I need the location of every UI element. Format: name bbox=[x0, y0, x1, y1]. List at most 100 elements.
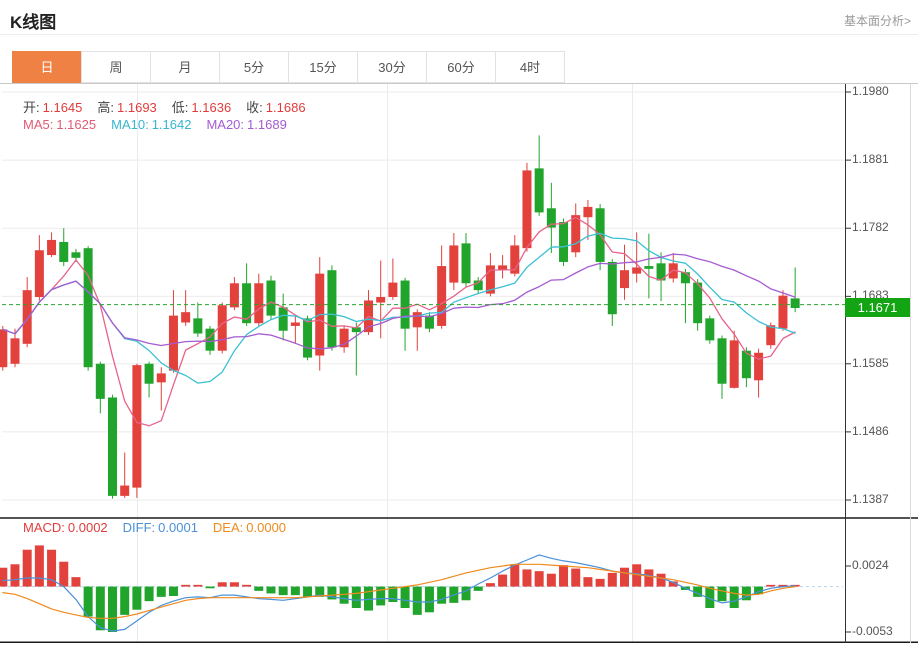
kline-page: K线图 基本面分析> 日周月5分15分30分60分4时 开:1.1645高:1.… bbox=[0, 0, 918, 647]
tab-60分[interactable]: 60分 bbox=[426, 51, 496, 83]
tab-日[interactable]: 日 bbox=[12, 51, 82, 83]
price-tick-label: 1.1486 bbox=[852, 424, 889, 438]
legend-value: 1.1642 bbox=[152, 117, 192, 132]
macd-histogram-bar bbox=[474, 587, 483, 591]
legend-label: 收: bbox=[246, 100, 263, 115]
macd-histogram-bar bbox=[206, 587, 215, 589]
macd-histogram-bar bbox=[35, 545, 44, 586]
macd-histogram-bar bbox=[498, 575, 507, 587]
legend-value: 1.1689 bbox=[247, 117, 287, 132]
candle-body bbox=[791, 298, 800, 308]
macd-histogram-bar bbox=[352, 587, 361, 608]
candle-body bbox=[327, 270, 336, 347]
legend-label: 低: bbox=[172, 100, 189, 115]
period-tabs: 日周月5分15分30分60分4时 bbox=[12, 51, 565, 84]
macd-histogram-bar bbox=[303, 587, 312, 597]
macd-histogram-bar bbox=[157, 587, 166, 597]
tab-4时[interactable]: 4时 bbox=[495, 51, 565, 83]
candle-body bbox=[644, 266, 653, 269]
candle-body bbox=[571, 215, 580, 252]
macd-histogram-bar bbox=[96, 587, 105, 631]
macd-histogram-bar bbox=[181, 585, 190, 587]
macd-histogram-bar bbox=[425, 587, 434, 613]
legend-value: 0.0002 bbox=[68, 520, 108, 535]
macd-histogram-bar bbox=[230, 582, 239, 586]
macd-histogram-bar bbox=[10, 564, 19, 586]
price-tick-label: 1.1980 bbox=[852, 84, 889, 98]
legend-label: DIFF: bbox=[123, 520, 156, 535]
tab-15分[interactable]: 15分 bbox=[288, 51, 358, 83]
candle-body bbox=[705, 318, 714, 340]
candle-body bbox=[218, 305, 227, 350]
macd-chart[interactable] bbox=[0, 517, 918, 643]
macd-legend: MACD:0.0002DIFF:0.0001DEA:0.0000 bbox=[23, 520, 301, 535]
macd-histogram-bar bbox=[169, 587, 178, 596]
macd-histogram-bar bbox=[279, 587, 288, 596]
candle-body bbox=[766, 325, 775, 345]
legend-label: 开: bbox=[23, 100, 40, 115]
candle-body bbox=[193, 318, 202, 333]
price-tick-label: 1.1782 bbox=[852, 220, 889, 234]
candle-body bbox=[266, 281, 275, 316]
fundamental-analysis-link[interactable]: 基本面分析> bbox=[844, 12, 911, 29]
ohlc-readout: 开:1.1645高:1.1693低:1.1636收:1.1686 bbox=[23, 97, 321, 116]
macd-histogram-bar bbox=[71, 577, 80, 586]
candle-body bbox=[0, 329, 7, 367]
macd-tick-label: 0.0024 bbox=[852, 558, 889, 572]
price-tick-label: 1.1881 bbox=[852, 152, 889, 166]
legend-value: 0.0000 bbox=[246, 520, 286, 535]
candle-body bbox=[120, 486, 129, 496]
candle-body bbox=[413, 312, 422, 327]
macd-histogram-bar bbox=[266, 587, 275, 594]
legend-value: 0.0001 bbox=[158, 520, 198, 535]
macd-histogram-bar bbox=[510, 564, 519, 586]
candle-body bbox=[71, 252, 80, 258]
macd-histogram-bar bbox=[730, 587, 739, 608]
candle-body bbox=[681, 272, 690, 283]
macd-histogram-bar bbox=[535, 571, 544, 586]
legend-value: 1.1625 bbox=[56, 117, 96, 132]
macd-histogram-bar bbox=[571, 569, 580, 587]
macd-histogram-bar bbox=[145, 587, 154, 602]
candle-body bbox=[778, 296, 787, 329]
candle-body bbox=[254, 283, 263, 323]
candle-body bbox=[59, 242, 68, 262]
macd-histogram-bar bbox=[242, 585, 251, 587]
tab-30分[interactable]: 30分 bbox=[357, 51, 427, 83]
candle-body bbox=[620, 270, 629, 288]
candlestick-chart[interactable] bbox=[0, 84, 918, 517]
candle-body bbox=[437, 266, 446, 326]
legend-label: MACD: bbox=[23, 520, 65, 535]
legend-value: 1.1693 bbox=[117, 100, 157, 115]
tab-5分[interactable]: 5分 bbox=[219, 51, 289, 83]
macd-histogram-bar bbox=[120, 587, 129, 615]
macd-histogram-bar bbox=[644, 569, 653, 586]
candle-body bbox=[608, 262, 617, 314]
candle-body bbox=[425, 316, 434, 329]
macd-histogram-bar bbox=[108, 587, 117, 632]
candle-body bbox=[206, 329, 215, 351]
candle-body bbox=[388, 283, 397, 297]
ma-legend: MA5:1.1625MA10:1.1642MA20:1.1689 bbox=[23, 117, 302, 132]
tab-周[interactable]: 周 bbox=[81, 51, 151, 83]
tab-月[interactable]: 月 bbox=[150, 51, 220, 83]
legend-value: 1.1636 bbox=[191, 100, 231, 115]
macd-histogram-bar bbox=[486, 583, 495, 586]
candle-body bbox=[23, 290, 32, 344]
candle-body bbox=[559, 222, 568, 262]
candle-body bbox=[583, 207, 592, 217]
candle-body bbox=[462, 243, 471, 283]
legend-label: MA5: bbox=[23, 117, 53, 132]
macd-histogram-bar bbox=[608, 573, 617, 587]
header-divider bbox=[0, 34, 918, 35]
candle-body bbox=[718, 338, 727, 383]
candle-body bbox=[279, 307, 288, 330]
legend-label: MA10: bbox=[111, 117, 149, 132]
macd-histogram-bar bbox=[547, 574, 556, 587]
ma5-line bbox=[3, 218, 795, 426]
candle-body bbox=[632, 267, 641, 273]
candle-body bbox=[535, 168, 544, 212]
candle-body bbox=[291, 322, 300, 325]
candle-body bbox=[303, 318, 312, 357]
candle-body bbox=[10, 338, 19, 363]
